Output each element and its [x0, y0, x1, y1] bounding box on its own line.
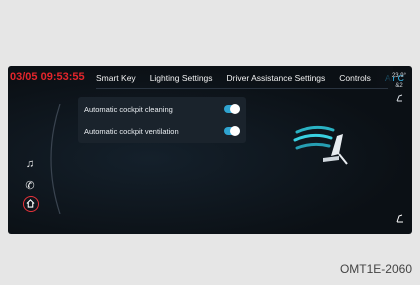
- infotainment-screen: Smart Key Lighting Settings Driver Assis…: [8, 66, 412, 234]
- temperature-readout: 23.9°: [391, 73, 407, 79]
- toggle-knob: [230, 126, 240, 136]
- tab-divider: [96, 88, 388, 89]
- status-column: 23.9° &2: [388, 73, 410, 109]
- tab-smart-key[interactable]: Smart Key: [96, 73, 136, 89]
- tab-driver-assistance-settings[interactable]: Driver Assistance Settings: [227, 73, 326, 89]
- cockpit-cleaning-toggle[interactable]: [224, 104, 240, 114]
- seat-adjust-icon[interactable]: [395, 214, 405, 224]
- home-icon: [26, 199, 35, 208]
- tab-controls[interactable]: Controls: [339, 73, 371, 89]
- phone-icon[interactable]: ✆: [22, 178, 38, 194]
- setting-row-cockpit-ventilation: Automatic cockpit ventilation: [84, 121, 240, 141]
- screen-edge-decoration: [50, 104, 61, 214]
- toggle-knob: [230, 104, 240, 114]
- home-button[interactable]: [23, 196, 39, 212]
- cockpit-ventilation-label: Automatic cockpit ventilation: [84, 126, 179, 136]
- timestamp-overlay: 03/05 09:53:55: [10, 71, 85, 83]
- music-note-icon[interactable]: ♫: [22, 156, 38, 172]
- settings-tab-bar: Smart Key Lighting Settings Driver Assis…: [96, 73, 412, 89]
- left-nav: ♫ ✆: [22, 156, 38, 200]
- setting-row-cockpit-cleaning: Automatic cockpit cleaning: [84, 99, 240, 119]
- seat-airflow-illustration: [293, 125, 348, 165]
- seat-heat-icon[interactable]: [394, 93, 404, 103]
- cockpit-settings-panel: Automatic cockpit cleaning Automatic coc…: [78, 97, 246, 143]
- cockpit-ventilation-toggle[interactable]: [224, 126, 240, 136]
- cockpit-cleaning-label: Automatic cockpit cleaning: [84, 104, 173, 114]
- tab-lighting-settings[interactable]: Lighting Settings: [150, 73, 213, 89]
- figure-code: OMT1E-2060: [339, 262, 412, 276]
- fan-level: &2: [395, 83, 403, 89]
